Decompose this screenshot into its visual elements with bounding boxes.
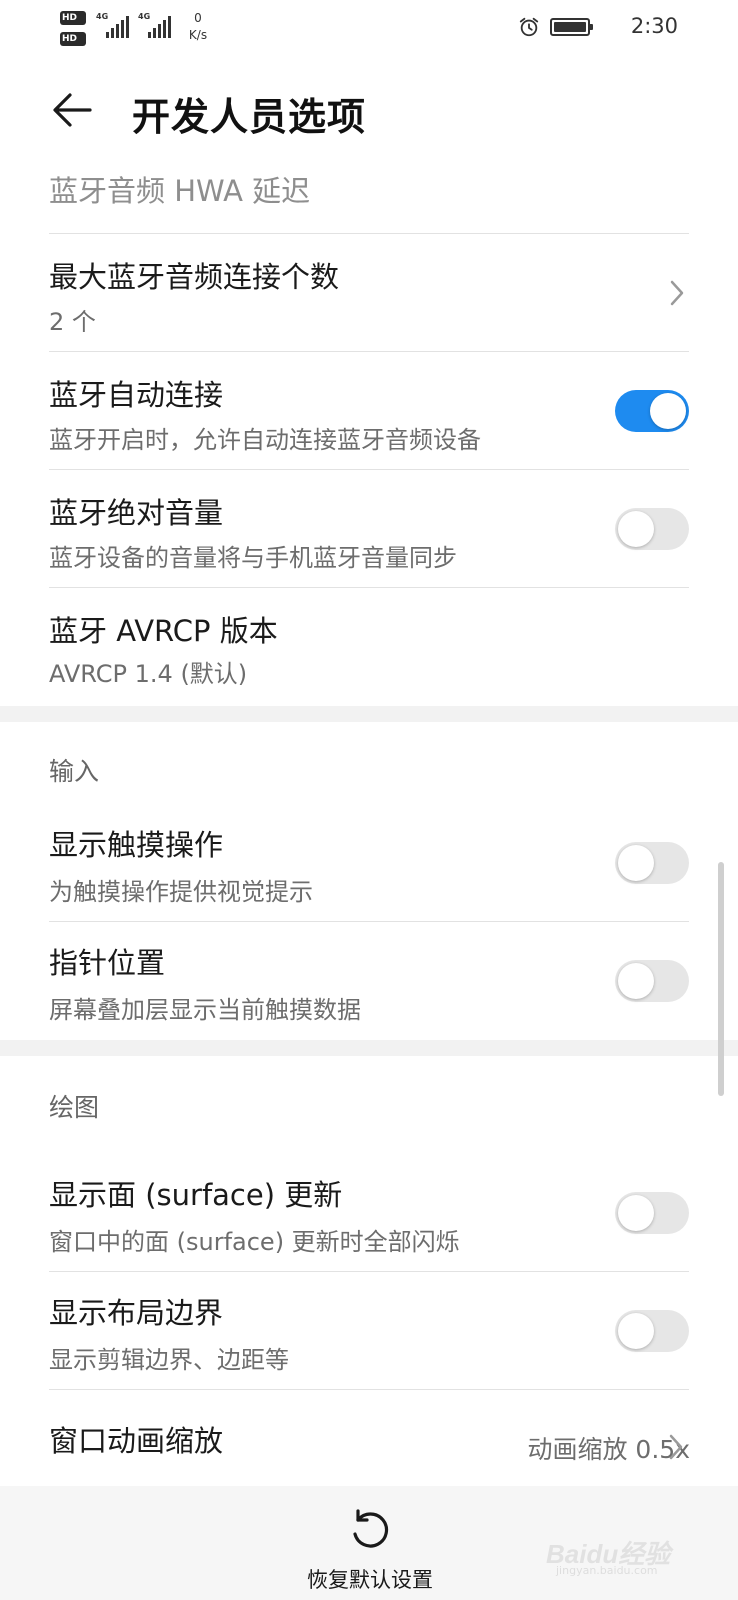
setting-title: 最大蓝牙音频连接个数: [49, 260, 340, 294]
setting-subtitle: 蓝牙设备的音量将与手机蓝牙音量同步: [49, 544, 457, 572]
setting-title: 显示面 (surface) 更新: [49, 1178, 343, 1212]
setting-subtitle: 显示剪辑边界、边距等: [49, 1346, 289, 1374]
setting-subtitle: 屏幕叠加层显示当前触摸数据: [49, 996, 361, 1024]
setting-title: 蓝牙 AVRCP 版本: [49, 614, 278, 648]
setting-subtitle: 蓝牙开启时，允许自动连接蓝牙音频设备: [49, 426, 481, 454]
absolute-volume-toggle[interactable]: [615, 508, 689, 550]
section-title: 输入: [49, 757, 100, 786]
section-divider: [0, 706, 738, 722]
layout-bounds-toggle[interactable]: [615, 1310, 689, 1352]
toggle-knob: [650, 393, 686, 429]
page-title: 开发人员选项: [132, 95, 367, 139]
back-arrow-icon[interactable]: [50, 88, 94, 132]
setting-subtitle: 窗口中的面 (surface) 更新时全部闪烁: [49, 1228, 460, 1256]
setting-title: 蓝牙音频 HWA 延迟: [49, 174, 311, 208]
section-header-drawing: 绘图: [0, 1056, 738, 1138]
setting-surface-updates[interactable]: 显示面 (surface) 更新 窗口中的面 (surface) 更新时全部闪烁: [49, 1138, 689, 1272]
setting-title: 显示布局边界: [49, 1296, 224, 1330]
chevron-right-icon: [669, 1434, 683, 1460]
setting-title: 显示触摸操作: [49, 828, 224, 862]
watermark-url: jingyan.baidu.com: [556, 1564, 658, 1577]
setting-title: 蓝牙自动连接: [49, 378, 224, 412]
reset-defaults-label: 恢复默认设置: [307, 1568, 433, 1592]
scrollbar[interactable]: [718, 862, 724, 1096]
chevron-right-icon: [670, 280, 684, 306]
battery-icon: [550, 18, 593, 36]
setting-pointer-location[interactable]: 指针位置 屏幕叠加层显示当前触摸数据: [49, 922, 689, 1040]
setting-bt-absolute-volume[interactable]: 蓝牙绝对音量 蓝牙设备的音量将与手机蓝牙音量同步: [49, 470, 689, 588]
status-bar-right: 2:30: [0, 12, 678, 42]
setting-bt-hwa-delay[interactable]: 蓝牙音频 HWA 延迟: [49, 160, 689, 234]
section-header-input: 输入: [0, 722, 738, 804]
section-title: 绘图: [49, 1093, 100, 1122]
pointer-location-toggle[interactable]: [615, 960, 689, 1002]
setting-max-bt-connections[interactable]: 最大蓝牙音频连接个数 2 个: [49, 234, 689, 352]
toggle-knob: [618, 963, 654, 999]
setting-show-touches[interactable]: 显示触摸操作 为触摸操作提供视觉提示: [49, 804, 689, 922]
settings-list: 蓝牙音频 HWA 延迟 最大蓝牙音频连接个数 2 个 蓝牙自动连接 蓝牙开启时，…: [0, 160, 738, 1490]
reset-defaults-button[interactable]: 恢复默认设置: [290, 1486, 450, 1600]
auto-connect-toggle[interactable]: [615, 390, 689, 432]
toggle-knob: [618, 511, 654, 547]
section-divider: [0, 1040, 738, 1056]
setting-subtitle: 为触摸操作提供视觉提示: [49, 878, 313, 906]
app-bar: 开发人员选项: [0, 58, 738, 170]
toggle-knob: [618, 1195, 654, 1231]
status-time: 2:30: [630, 14, 678, 38]
setting-bt-avrcp-version[interactable]: 蓝牙 AVRCP 版本 AVRCP 1.4 (默认): [49, 588, 689, 706]
restore-icon: [353, 1509, 389, 1548]
setting-value: 2 个: [49, 308, 96, 336]
show-touches-toggle[interactable]: [615, 842, 689, 884]
baidu-watermark: Baidu经验 jingyan.baidu.com: [546, 1520, 696, 1580]
toggle-knob: [618, 1313, 654, 1349]
surface-updates-toggle[interactable]: [615, 1192, 689, 1234]
toggle-knob: [618, 845, 654, 881]
setting-layout-bounds[interactable]: 显示布局边界 显示剪辑边界、边距等: [49, 1272, 689, 1390]
setting-title: 蓝牙绝对音量: [49, 496, 224, 530]
bottom-action-bar: 恢复默认设置 Baidu经验 jingyan.baidu.com: [0, 1486, 738, 1600]
setting-title: 指针位置: [49, 946, 166, 980]
alarm-clock-icon: [519, 17, 539, 37]
setting-value: AVRCP 1.4 (默认): [49, 660, 248, 688]
status-bar: HD HD 4G 4G 0 K/s 2:30: [0, 0, 738, 58]
setting-title: 窗口动画缩放: [49, 1424, 224, 1458]
setting-bt-auto-connect[interactable]: 蓝牙自动连接 蓝牙开启时，允许自动连接蓝牙音频设备: [49, 352, 689, 470]
